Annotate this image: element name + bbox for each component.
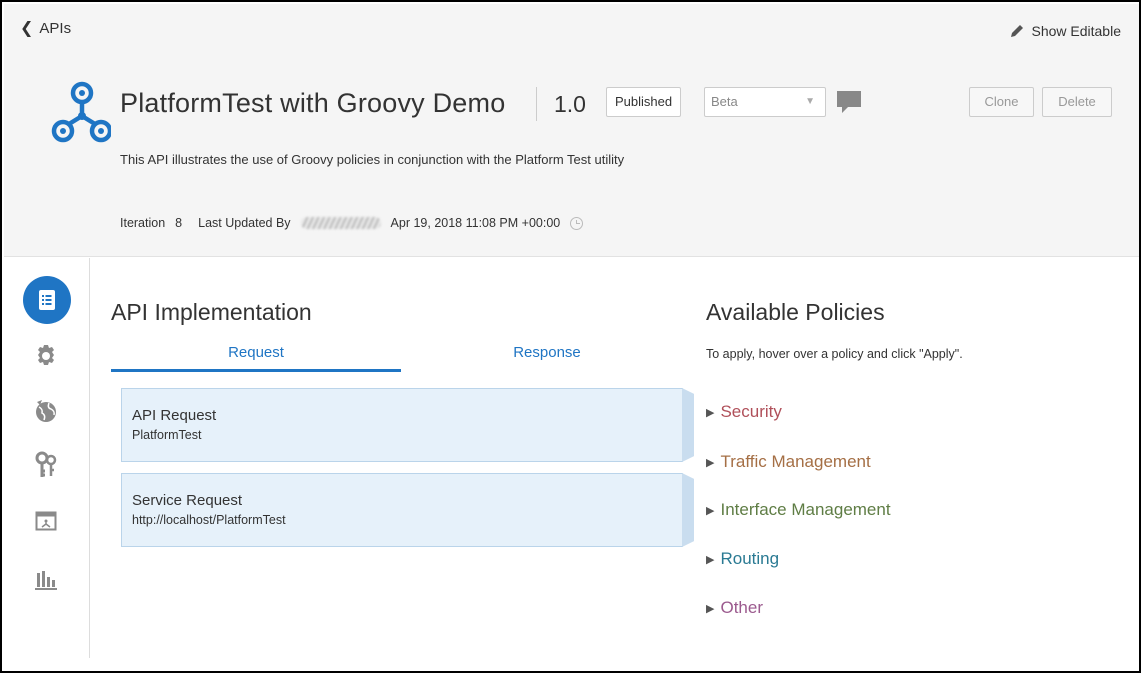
- nav-item-implementation[interactable]: [23, 276, 71, 324]
- api-version: 1.0: [554, 91, 586, 117]
- nav-item-analytics[interactable]: [22, 560, 70, 600]
- policy-group-routing[interactable]: ▶ Routing: [706, 549, 779, 569]
- show-editable-label: Show Editable: [1031, 23, 1121, 39]
- last-updated-label: Last Updated By: [198, 216, 291, 230]
- stage-select-value: Beta: [711, 94, 738, 109]
- tab-request[interactable]: Request: [111, 340, 401, 372]
- policy-group-label: Interface Management: [720, 500, 891, 519]
- app-frame: ❮ APIs Show Editable PlatformTest with G…: [0, 0, 1141, 673]
- nav-item-keys[interactable]: [22, 445, 70, 485]
- expand-triangle-icon: ▶: [706, 553, 715, 566]
- policy-group-label: Traffic Management: [720, 452, 871, 471]
- nav-item-deployments[interactable]: [22, 501, 70, 541]
- settings-icon: [38, 345, 54, 365]
- policy-group-label: Security: [720, 402, 782, 421]
- api-description: This API illustrates the use of Groovy p…: [120, 152, 625, 167]
- api-meta: Iteration 8 Last Updated By Apr 19, 2018…: [120, 216, 584, 230]
- chevron-left-icon: ❮: [20, 20, 34, 37]
- policy-group-other[interactable]: ▶ Other: [706, 598, 763, 618]
- last-updated-date: Apr 19, 2018 11:08 PM +00:00: [390, 216, 561, 230]
- policy-group-label: Routing: [720, 549, 780, 568]
- stage-select[interactable]: Beta ▼: [704, 87, 826, 117]
- keys-icon: [35, 451, 57, 477]
- pencil-icon: [1011, 25, 1024, 37]
- card-connector: [682, 388, 694, 462]
- back-link-label: APIs: [39, 19, 72, 37]
- card-title: Service Request: [132, 492, 243, 509]
- policy-group-interface-management[interactable]: ▶ Interface Management: [706, 500, 891, 520]
- iteration-label: Iteration: [120, 216, 166, 230]
- deployment-icon: [35, 511, 57, 531]
- implementation-icon: [39, 290, 55, 310]
- status-badge[interactable]: Published: [606, 87, 682, 117]
- expand-triangle-icon: ▶: [706, 456, 715, 469]
- nav-item-settings[interactable]: [22, 336, 70, 376]
- iteration-value: 8: [175, 216, 183, 230]
- chevron-down-icon: ▼: [805, 96, 815, 107]
- back-to-apis-link[interactable]: ❮ APIs: [20, 18, 71, 38]
- redacted-username: [300, 217, 381, 229]
- card-title: API Request: [132, 407, 217, 424]
- delete-button[interactable]: Delete: [1042, 87, 1112, 117]
- title-divider: [536, 87, 537, 121]
- api-logo-icon: [51, 81, 111, 143]
- expand-triangle-icon: ▶: [706, 504, 715, 517]
- expand-triangle-icon: ▶: [706, 406, 715, 419]
- api-header: PlatformTest with Groovy Demo 1.0 Publis…: [4, 44, 1139, 257]
- top-bar: ❮ APIs Show Editable: [4, 4, 1139, 44]
- card-subtitle: PlatformTest: [132, 428, 202, 442]
- api-title: PlatformTest with Groovy Demo: [120, 88, 506, 118]
- api-request-card[interactable]: API Request PlatformTest: [121, 388, 694, 462]
- service-request-card[interactable]: Service Request http://localhost/Platfor…: [121, 473, 694, 547]
- card-connector: [682, 473, 694, 547]
- expand-triangle-icon: ▶: [706, 602, 715, 615]
- globe-icon: [36, 400, 56, 422]
- policies-title: Available Policies: [706, 299, 885, 325]
- analytics-icon: [35, 571, 57, 590]
- policy-group-security[interactable]: ▶ Security: [706, 402, 782, 422]
- implementation-title: API Implementation: [111, 299, 312, 325]
- clock-icon[interactable]: [570, 216, 584, 230]
- policy-group-traffic-management[interactable]: ▶ Traffic Management: [706, 452, 871, 472]
- card-subtitle: http://localhost/PlatformTest: [132, 513, 286, 527]
- show-editable-button[interactable]: Show Editable: [1009, 23, 1121, 39]
- clone-button[interactable]: Clone: [969, 87, 1034, 117]
- policy-group-label: Other: [720, 598, 763, 617]
- comment-icon[interactable]: [836, 90, 862, 114]
- policies-hint: To apply, hover over a policy and click …: [706, 347, 963, 361]
- nav-item-grants[interactable]: [22, 391, 70, 431]
- tab-response[interactable]: Response: [402, 340, 692, 372]
